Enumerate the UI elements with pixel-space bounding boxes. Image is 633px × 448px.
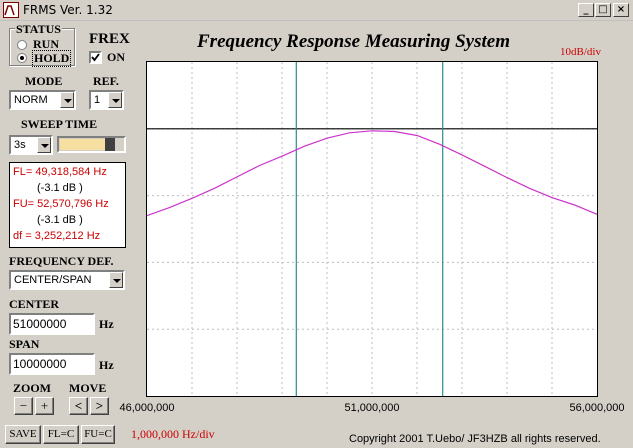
sweep-progress-bar <box>57 136 126 153</box>
scale-label: 10dB/div <box>560 46 601 58</box>
sweep-time-select[interactable]: 3s <box>9 135 53 155</box>
hz-per-div-label: 1,000,000 Hz/div <box>131 427 215 441</box>
sweep-time-value: 3s <box>14 139 26 151</box>
move-label: MOVE <box>69 381 107 395</box>
chevron-down-icon[interactable] <box>108 92 122 108</box>
sweep-progress-thumb[interactable] <box>105 138 115 151</box>
fu-db-readout: (-3.1 dB ) <box>37 214 83 226</box>
page-title: Frequency Response Measuring System <box>197 31 510 52</box>
status-hold-label[interactable]: HOLD <box>32 50 72 67</box>
mode-value: NORM <box>14 94 48 106</box>
mode-label: MODE <box>25 74 63 88</box>
zoom-in-button[interactable]: + <box>35 397 54 415</box>
chevron-down-icon[interactable] <box>60 92 74 108</box>
frequency-def-select[interactable]: CENTER/SPAN <box>9 270 125 290</box>
x-tick-label: 51,000,000 <box>344 402 400 414</box>
fl-equals-c-button[interactable]: FL=C <box>43 425 79 444</box>
center-input[interactable]: 51000000 <box>9 313 95 335</box>
title-bar[interactable]: FRMS Ver. 1.32 _ □ × <box>0 0 633 21</box>
x-tick-label: 46,000,000 <box>119 402 175 414</box>
chevron-down-icon[interactable] <box>109 272 123 288</box>
frequency-def-value: CENTER/SPAN <box>14 274 92 286</box>
fu-equals-c-button[interactable]: FU=C <box>81 425 115 444</box>
maximize-button[interactable]: □ <box>595 3 611 17</box>
mode-select[interactable]: NORM <box>9 90 76 110</box>
sweep-time-label: SWEEP TIME <box>21 117 98 131</box>
close-button[interactable]: × <box>613 3 629 17</box>
span-input[interactable]: 10000000 <box>9 353 95 375</box>
app-icon <box>3 2 19 18</box>
minimize-button[interactable]: _ <box>578 3 594 17</box>
ref-label: REF. <box>93 74 119 88</box>
move-left-button[interactable]: < <box>69 397 88 415</box>
fl-db-readout: (-3.1 dB ) <box>37 182 83 194</box>
span-unit: Hz <box>99 358 114 372</box>
fu-readout: FU= 52,570,796 Hz <box>13 198 109 210</box>
sweep-progress-fill <box>60 139 105 150</box>
ref-select[interactable]: 1 <box>89 90 124 110</box>
center-unit: Hz <box>99 317 114 331</box>
app-window: FRMS Ver. 1.32 _ □ × STATUS RUN HOLD FRE… <box>0 0 633 448</box>
df-readout: df = 3,252,212 Hz <box>13 230 101 242</box>
status-group-label: STATUS <box>15 22 62 37</box>
frex-on-label: ON <box>107 50 125 64</box>
response-plot[interactable] <box>146 61 598 397</box>
copyright-text: Copyright 2001 T.Uebo/ JF3HZB all rights… <box>349 433 601 445</box>
zoom-label: ZOOM <box>13 381 51 395</box>
window-title: FRMS Ver. 1.32 <box>23 3 113 17</box>
status-run-radio[interactable] <box>17 40 27 50</box>
marker-readout: FL= 49,318,584 Hz (-3.1 dB ) FU= 52,570,… <box>9 162 126 248</box>
plot-svg <box>147 62 597 396</box>
ref-value: 1 <box>94 94 101 106</box>
frex-label: FREX <box>89 31 130 47</box>
zoom-out-button[interactable]: − <box>14 397 33 415</box>
x-tick-label: 56,000,000 <box>569 402 625 414</box>
center-label: CENTER <box>9 297 60 311</box>
span-label: SPAN <box>9 337 40 351</box>
status-hold-radio[interactable] <box>17 53 27 63</box>
frex-checkbox[interactable] <box>89 51 102 64</box>
fl-readout: FL= 49,318,584 Hz <box>13 166 107 178</box>
move-right-button[interactable]: > <box>90 397 109 415</box>
save-button[interactable]: SAVE <box>5 425 41 444</box>
frequency-def-label: FREQUENCY DEF. <box>9 254 114 268</box>
chevron-down-icon[interactable] <box>37 137 51 153</box>
